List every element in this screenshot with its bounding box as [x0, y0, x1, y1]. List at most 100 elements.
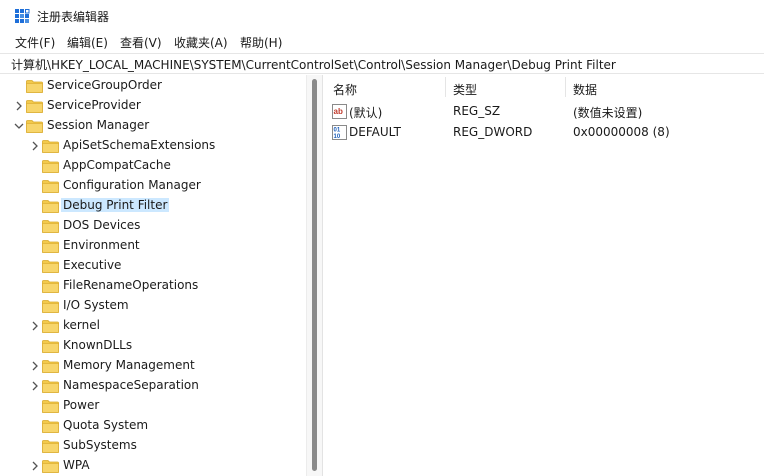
tree-item-label: ApiSetSchemaExtensions: [63, 138, 216, 152]
address-path[interactable]: 计算机\HKEY_LOCAL_MACHINE\SYSTEM\CurrentCon…: [11, 56, 616, 73]
tree-item[interactable]: Configuration Manager: [0, 176, 306, 196]
menu-help[interactable]: 帮助(H): [240, 34, 282, 51]
binary-value-icon: 01 10: [332, 125, 347, 140]
tree-scrollbar[interactable]: [306, 75, 322, 476]
list-header: 名称 类型 数据: [326, 75, 764, 100]
tree-item-label: Memory Management: [63, 358, 195, 372]
tree-item[interactable]: AppCompatCache: [0, 156, 306, 176]
tree-item[interactable]: I/O System: [0, 296, 306, 316]
registry-editor-icon: [15, 9, 30, 23]
list-item[interactable]: ab (默认) REG_SZ (数值未设置): [326, 101, 764, 121]
column-divider[interactable]: [565, 77, 566, 97]
svg-text:01: 01: [334, 128, 341, 134]
tree-item[interactable]: ServiceGroupOrder: [0, 76, 306, 96]
menu-bar: 文件(F) 编辑(E) 查看(V) 收藏夹(A) 帮助(H): [0, 32, 764, 52]
title-bar: 注册表编辑器: [0, 0, 764, 32]
folder-icon: [42, 240, 59, 253]
tree-item[interactable]: DOS Devices: [0, 216, 306, 236]
folder-icon: [42, 420, 59, 433]
list-item[interactable]: 01 10 DEFAULT REG_DWORD 0x00000008 (8): [326, 122, 764, 142]
folder-icon: [42, 400, 59, 413]
folder-icon: [42, 440, 59, 453]
column-header-data[interactable]: 数据: [573, 81, 597, 98]
tree-item[interactable]: Debug Print Filter: [0, 196, 306, 216]
folder-icon: [42, 320, 59, 333]
column-divider[interactable]: [445, 77, 446, 97]
chevron-down-icon[interactable]: [13, 119, 25, 133]
chevron-right-icon[interactable]: [29, 139, 41, 153]
tree-item-label: Environment: [63, 238, 140, 252]
folder-icon: [42, 220, 59, 233]
scrollbar-thumb[interactable]: [312, 79, 317, 471]
folder-icon: [42, 280, 59, 293]
svg-text:ab: ab: [334, 107, 343, 116]
chevron-right-icon[interactable]: [29, 459, 41, 473]
string-value-icon: ab: [332, 104, 347, 119]
column-header-type[interactable]: 类型: [453, 81, 477, 98]
tree-item-label: WPA: [63, 458, 90, 472]
menu-edit[interactable]: 编辑(E): [67, 34, 108, 51]
tree-item-label: KnownDLLs: [63, 338, 133, 352]
folder-icon: [42, 340, 59, 353]
svg-text:10: 10: [334, 134, 341, 140]
column-header-name[interactable]: 名称: [333, 81, 357, 98]
folder-icon: [42, 180, 59, 193]
folder-icon: [42, 300, 59, 313]
chevron-right-icon[interactable]: [29, 359, 41, 373]
folder-icon: [42, 200, 59, 213]
tree-item[interactable]: Quota System: [0, 416, 306, 436]
tree-item-label: ServiceProvider: [47, 98, 141, 112]
value-data: (数值未设置): [573, 106, 643, 120]
chevron-right-icon[interactable]: [13, 99, 25, 113]
tree-item-label: kernel: [63, 318, 100, 332]
value-type: REG_SZ: [453, 104, 501, 118]
tree-item-label: Executive: [63, 258, 122, 272]
chevron-right-icon[interactable]: [29, 379, 41, 393]
chevron-right-icon[interactable]: [29, 319, 41, 333]
key-tree: ServiceGroupOrder ServiceProvider Session …: [0, 75, 306, 476]
values-list: 名称 类型 数据 ab (默认) REG_SZ (数值未设置) 01 10 DE…: [326, 75, 764, 476]
folder-icon: [26, 80, 43, 93]
menu-file[interactable]: 文件(F): [15, 34, 55, 51]
folder-icon: [26, 120, 43, 133]
window-title: 注册表编辑器: [37, 10, 110, 24]
tree-item[interactable]: WPA: [0, 456, 306, 476]
tree-item-label: NamespaceSeparation: [63, 378, 199, 392]
tree-item-label: Power: [63, 398, 100, 412]
tree-item-label: Session Manager: [47, 118, 150, 132]
folder-icon: [42, 380, 59, 393]
folder-icon: [26, 100, 43, 113]
tree-item-label: I/O System: [63, 298, 129, 312]
folder-icon: [42, 160, 59, 173]
tree-item[interactable]: Memory Management: [0, 356, 306, 376]
folder-icon: [42, 140, 59, 153]
tree-item[interactable]: ServiceProvider: [0, 96, 306, 116]
tree-item[interactable]: Executive: [0, 256, 306, 276]
value-name: (默认): [349, 106, 383, 120]
tree-item-label: Configuration Manager: [63, 178, 201, 192]
folder-icon: [42, 360, 59, 373]
value-name: DEFAULT: [349, 125, 401, 139]
tree-item[interactable]: Session Manager: [0, 116, 306, 136]
menu-favorites[interactable]: 收藏夹(A): [174, 34, 228, 51]
address-bar[interactable]: 计算机\HKEY_LOCAL_MACHINE\SYSTEM\CurrentCon…: [0, 53, 764, 74]
tree-item[interactable]: NamespaceSeparation: [0, 376, 306, 396]
tree-item-label: Quota System: [63, 418, 149, 432]
tree-item-label: DOS Devices: [63, 218, 141, 232]
tree-item[interactable]: SubSystems: [0, 436, 306, 456]
tree-item-label: FileRenameOperations: [63, 278, 199, 292]
tree-item[interactable]: KnownDLLs: [0, 336, 306, 356]
tree-item[interactable]: ApiSetSchemaExtensions: [0, 136, 306, 156]
tree-item-label: Debug Print Filter: [61, 198, 170, 212]
folder-icon: [42, 260, 59, 273]
tree-item-label: ServiceGroupOrder: [47, 78, 162, 92]
tree-item[interactable]: FileRenameOperations: [0, 276, 306, 296]
tree-item[interactable]: Environment: [0, 236, 306, 256]
value-data: 0x00000008 (8): [573, 125, 670, 139]
menu-view[interactable]: 查看(V): [120, 34, 162, 51]
value-type: REG_DWORD: [453, 125, 533, 139]
folder-icon: [42, 460, 59, 473]
tree-item-label: AppCompatCache: [63, 158, 171, 172]
tree-item[interactable]: Power: [0, 396, 306, 416]
tree-item[interactable]: kernel: [0, 316, 306, 336]
